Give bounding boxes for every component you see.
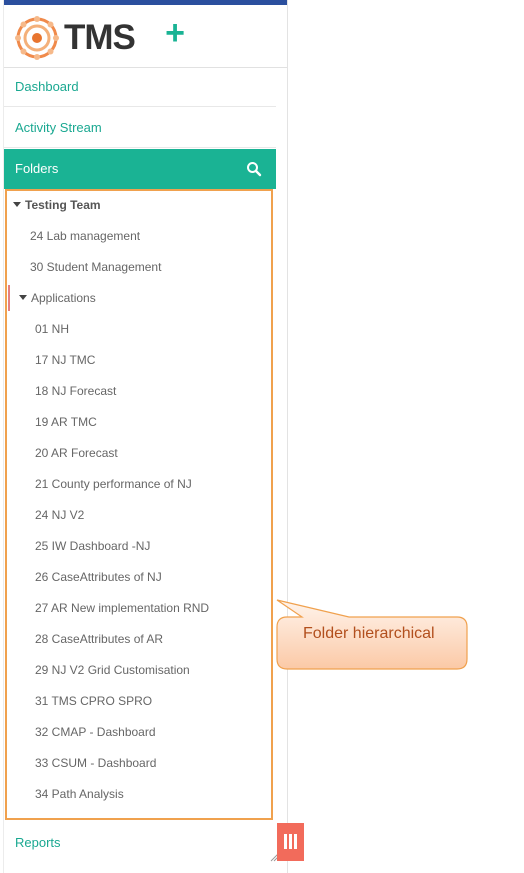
nav-folders-label: Folders (15, 161, 59, 176)
callout-label: Folder hierarchical (303, 625, 435, 642)
logo-icon (15, 16, 59, 60)
search-icon[interactable] (246, 161, 262, 177)
nav-dashboard[interactable]: Dashboard (4, 67, 276, 107)
nav-activity-stream[interactable]: Activity Stream (4, 108, 276, 148)
brand-name: TMS (64, 18, 136, 57)
collapse-sidebar-button[interactable] (277, 823, 304, 861)
sidebar: TMS + Dashboard Activity Stream Folders … (3, 0, 288, 873)
logo-row: TMS + (4, 5, 287, 68)
add-button[interactable]: + (162, 16, 188, 50)
nav-folders[interactable]: Folders (4, 149, 276, 189)
folder-highlight-frame (5, 189, 273, 820)
nav-reports[interactable]: Reports (4, 823, 276, 863)
